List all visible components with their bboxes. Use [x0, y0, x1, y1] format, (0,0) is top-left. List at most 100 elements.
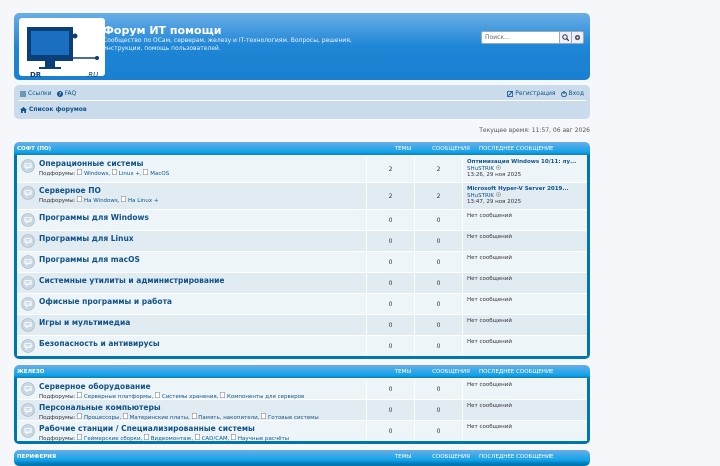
posts-count: 0	[415, 294, 463, 314]
subforum-link[interactable]: CAD/CAM,	[194, 434, 229, 442]
search-input[interactable]: Поиск…	[481, 31, 560, 44]
last-post-cell: Нет сообщений	[463, 315, 587, 335]
last-post-author: SHuSTRIK	[467, 165, 587, 172]
subforum-icon	[77, 392, 82, 398]
monitor-logo-icon	[27, 27, 99, 69]
forum-read-icon	[21, 276, 35, 290]
topics-count: 2	[367, 183, 415, 209]
no-posts-label: Нет сообщений	[467, 297, 512, 303]
forum-icon	[21, 297, 35, 311]
forum-icon	[21, 424, 35, 438]
forum-title[interactable]: Программы для Linux	[39, 234, 134, 243]
posts-count: 0	[415, 210, 463, 230]
forum-title[interactable]: Программы для Windows	[39, 213, 149, 222]
forum-title[interactable]: Операционные системы	[39, 159, 169, 168]
subforum-icon	[143, 169, 149, 175]
forum-text: Операционные системы Подфорумы: Windows, …	[39, 156, 169, 182]
breadcrumb[interactable]: Список форумов	[20, 106, 87, 113]
section-title[interactable]: Периферия	[17, 454, 379, 460]
topics-count: 0	[367, 294, 415, 314]
forum-title[interactable]: Персональные компьютеры	[39, 403, 319, 412]
forum-icon	[21, 318, 35, 332]
subforum-link[interactable]: Научные расчёты	[231, 434, 290, 442]
forum-title[interactable]: Безопасность и антивирусы	[39, 339, 160, 348]
subforum-icon	[231, 434, 236, 440]
forum-cell: Серверное оборудование Подфорумы: Серверн…	[17, 379, 367, 400]
nav-links[interactable]: Ссылки	[20, 90, 52, 97]
subforum-icon	[191, 413, 197, 419]
subforum-icon	[77, 434, 82, 440]
forum-row: Серверное оборудование Подфорумы: Серверн…	[17, 378, 587, 400]
subforum-link[interactable]: Видеомонтаж,	[144, 434, 194, 442]
forum-row: Безопасность и антивирусы 0 0 Нет сообщений	[17, 335, 587, 356]
forum-text: Рабочие станции / Специализированные сис…	[39, 421, 290, 442]
forum-title[interactable]: Серверное ПО	[39, 186, 158, 195]
subforum-label: Научные расчёты	[237, 436, 290, 442]
last-post-cell: Нет сообщений	[463, 252, 587, 272]
subforum-link[interactable]: На Windows,	[77, 196, 120, 204]
subforum-icon	[194, 434, 200, 440]
last-post-cell: Нет сообщений	[463, 231, 587, 251]
no-posts-label: Нет сообщений	[467, 424, 512, 430]
no-posts-label: Нет сообщений	[467, 339, 512, 345]
subforum-link[interactable]: Linux +,	[112, 169, 142, 177]
subforum-icon	[121, 196, 127, 202]
column-topics: Темы	[394, 453, 412, 460]
topics-count: 0	[367, 421, 415, 441]
site-logo[interactable]: DR .RU	[19, 18, 105, 79]
forum-text: Игры и мультимедиа	[39, 315, 130, 335]
advanced-search-button[interactable]	[572, 31, 584, 44]
power-icon	[560, 90, 567, 97]
topics-count: 0	[367, 315, 415, 335]
forum-cell: Системные утилиты и администрирование	[17, 273, 367, 293]
last-post-cell: Нет сообщений	[463, 273, 587, 293]
forum-title[interactable]: Офисные программы и работа	[39, 297, 172, 306]
subforums-label: Подфорумы:	[39, 171, 76, 177]
no-posts-label: Нет сообщений	[467, 213, 512, 219]
forum-read-icon	[21, 234, 35, 248]
edit-icon	[507, 90, 514, 97]
subforum-link[interactable]: Геймерские сборки,	[77, 434, 142, 442]
last-post-cell: Нет сообщений	[463, 400, 587, 420]
forum-section: Периферия Темы Сообщения Последнее сообщени…	[14, 450, 590, 466]
nav-faq[interactable]: ? FAQ	[56, 90, 76, 97]
posts-count: 0	[415, 336, 463, 356]
subforum-link[interactable]: На Linux +	[121, 196, 158, 204]
last-post-cell: Microsoft Hyper-V Server 2019... SHuSTRIK…	[463, 183, 587, 209]
search-button[interactable]	[560, 31, 572, 44]
forum-row: Рабочие станции / Специализированные сис…	[17, 420, 587, 442]
last-post-date: 13:47, 29 ноя 2025	[467, 199, 522, 205]
forum-icon	[21, 213, 35, 227]
subforum-link[interactable]: Windows,	[77, 169, 110, 177]
forum-text: Офисные программы и работа	[39, 294, 172, 314]
subforums-label: Подфорумы:	[39, 198, 76, 204]
forum-title[interactable]: Серверное оборудование	[39, 382, 304, 391]
column-posts: Сообщения	[432, 368, 470, 375]
subforum-link[interactable]: MacOS	[143, 169, 169, 177]
forum-icon	[21, 403, 35, 417]
forum-title[interactable]: Системные утилиты и администрирование	[39, 276, 225, 285]
menu-icon	[20, 91, 26, 96]
last-post-date: 13:26, 29 ноя 2025	[467, 172, 522, 178]
nav-login[interactable]: Вход	[560, 90, 584, 97]
nav-register[interactable]: Регистрация	[507, 90, 556, 97]
search-box: Поиск…	[481, 31, 584, 44]
section-header: Железо Темы Сообщения Последнее сообщение	[17, 365, 587, 378]
subforum-label: Видеомонтаж,	[150, 436, 194, 442]
site-title[interactable]: Форум ИТ помощи	[103, 24, 221, 37]
topics-count: 0	[367, 231, 415, 251]
posts-count: 0	[415, 273, 463, 293]
forum-title[interactable]: Программы для macOS	[39, 255, 140, 264]
section-header: Периферия Темы Сообщения Последнее сообщени…	[17, 450, 587, 463]
forum-title[interactable]: Игры и мультимедиа	[39, 318, 130, 327]
last-post-cell: Нет сообщений	[463, 336, 587, 356]
forum-cell: Персональные компьютеры Подфорумы: Процес…	[17, 400, 367, 421]
forum-title[interactable]: Рабочие станции / Специализированные сис…	[39, 424, 289, 433]
section-title[interactable]: Железо	[17, 369, 379, 375]
forum-text: Безопасность и антивирусы	[39, 336, 160, 356]
forum-icon	[21, 339, 35, 353]
forum-row: Программы для Windows 0 0 Нет сообщений	[17, 209, 587, 230]
no-posts-label: Нет сообщений	[467, 255, 512, 261]
section-title[interactable]: Софт (ПО)	[17, 146, 379, 152]
subforum-label: Linux +,	[118, 171, 142, 177]
